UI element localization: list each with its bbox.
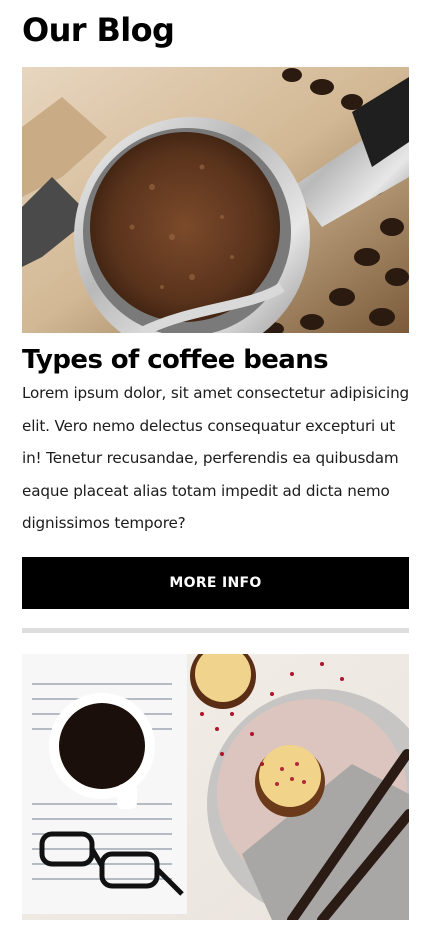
post-excerpt: Lorem ipsum dolor, sit amet consectetur … [22, 384, 410, 532]
post-image-coffee-cupcake [22, 654, 409, 920]
post-image-coffee-portafilter [22, 67, 409, 333]
page-title: Our Blog [22, 11, 175, 49]
blog-page: Our Blog Types of coffee beans Lorem ips… [0, 0, 430, 932]
post-divider [22, 628, 409, 633]
post-title[interactable]: Types of coffee beans [22, 340, 329, 380]
more-info-button[interactable]: MORE INFO [22, 557, 409, 609]
